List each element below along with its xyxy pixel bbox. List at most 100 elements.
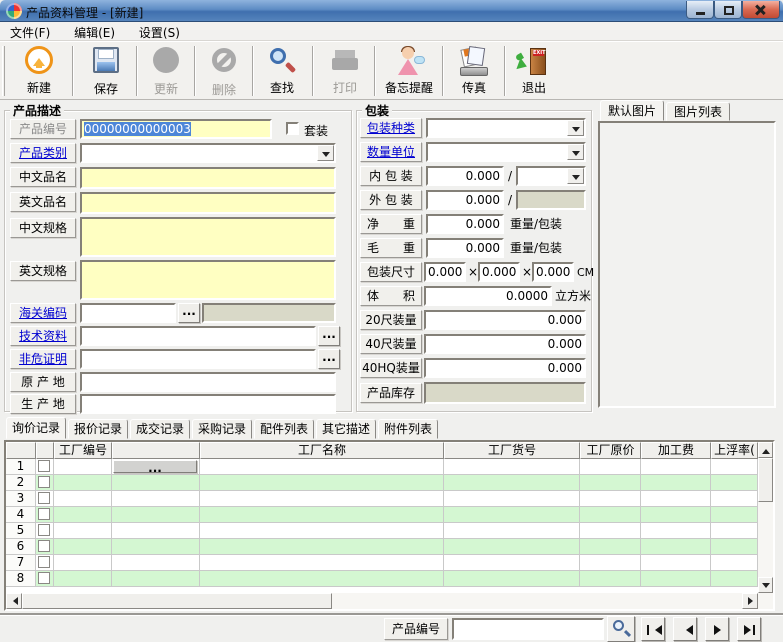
load40-input[interactable]: 0.000 xyxy=(424,334,586,354)
col-factory-item-no[interactable]: 工厂货号 xyxy=(444,442,580,459)
gross-weight-input[interactable]: 0.000 xyxy=(426,238,504,258)
close-button[interactable] xyxy=(742,1,780,19)
new-button[interactable]: 新建 xyxy=(10,44,68,98)
chevron-down-icon[interactable] xyxy=(567,120,584,136)
net-weight-input[interactable]: 0.000 xyxy=(426,214,504,234)
cn-spec-input[interactable] xyxy=(80,217,336,257)
col-markup-rate[interactable]: 上浮率( xyxy=(711,442,758,459)
tab-quote-records[interactable]: 报价记录 xyxy=(68,419,128,439)
product-category-combo[interactable] xyxy=(80,143,336,163)
hs-code-link[interactable]: 海关编码 xyxy=(10,303,76,323)
fax-button[interactable]: 传真 xyxy=(446,44,502,98)
save-button[interactable]: 保存 xyxy=(78,44,134,98)
tab-deal-records[interactable]: 成交记录 xyxy=(130,419,190,439)
cn-name-input[interactable] xyxy=(80,167,336,189)
nav-next-button[interactable] xyxy=(705,617,729,641)
row-checkbox[interactable] xyxy=(38,476,50,488)
product-category-link[interactable]: 产品类别 xyxy=(10,143,76,163)
en-name-input[interactable] xyxy=(80,192,336,214)
tech-doc-browse-button[interactable]: ... xyxy=(318,326,340,346)
exit-button[interactable]: EXIT 退出 xyxy=(508,44,560,98)
grid-vscroll-thumb[interactable] xyxy=(758,458,773,502)
col-processing-fee[interactable]: 加工费 xyxy=(641,442,711,459)
load40hq-input[interactable]: 0.000 xyxy=(424,358,586,378)
table-row[interactable]: 2 xyxy=(6,475,773,491)
tab-attachment-list[interactable]: 附件列表 xyxy=(378,419,438,439)
table-row[interactable]: 3 xyxy=(6,491,773,507)
tab-parts-list[interactable]: 配件列表 xyxy=(254,419,314,439)
qty-unit-link[interactable]: 数量单位 xyxy=(360,142,422,162)
tab-purchase-records[interactable]: 采购记录 xyxy=(192,419,252,439)
grid-hscroll-left-button[interactable] xyxy=(6,593,22,609)
grid-vscroll-down-button[interactable] xyxy=(758,577,773,593)
nav-last-button[interactable] xyxy=(737,617,761,641)
row-browse-button[interactable]: ... xyxy=(113,460,197,473)
tab-inquiry-records[interactable]: 询价记录 xyxy=(6,417,66,439)
pack-type-combo[interactable] xyxy=(426,118,586,138)
load20-input[interactable]: 0.000 xyxy=(424,310,586,330)
row-checkbox[interactable] xyxy=(38,492,50,504)
set-checkbox[interactable] xyxy=(286,122,299,135)
table-row[interactable]: 7 xyxy=(6,555,773,571)
chevron-down-icon[interactable] xyxy=(567,168,584,184)
pack-type-link[interactable]: 包装种类 xyxy=(360,118,422,138)
pack-size-length-input[interactable]: 0.000 xyxy=(424,262,466,282)
production-place-input[interactable] xyxy=(80,394,336,414)
product-no-input[interactable]: 00000000000003 xyxy=(80,119,272,139)
maximize-button[interactable] xyxy=(714,1,742,19)
pack-size-width-input[interactable]: 0.000 xyxy=(478,262,520,282)
outer-pack-input[interactable]: 0.000 xyxy=(426,190,504,210)
col-factory-no[interactable]: 工厂编号 xyxy=(54,442,112,459)
col-factory-name[interactable]: 工厂名称 xyxy=(200,442,444,459)
non-danger-cert-link[interactable]: 非危证明 xyxy=(10,349,76,369)
origin-input[interactable] xyxy=(80,372,336,392)
volume-input[interactable]: 0.0000 xyxy=(424,286,552,306)
table-row[interactable]: 4 xyxy=(6,507,773,523)
pack-size-height-input[interactable]: 0.000 xyxy=(532,262,574,282)
chevron-down-icon[interactable] xyxy=(317,145,334,161)
nav-first-button[interactable] xyxy=(641,617,665,641)
inner-pack-input[interactable]: 0.000 xyxy=(426,166,504,186)
search-product-no-input[interactable] xyxy=(452,618,604,640)
tab-default-image[interactable]: 默认图片 xyxy=(600,100,664,121)
non-danger-cert-input[interactable] xyxy=(80,349,316,369)
en-spec-label: 英文规格 xyxy=(10,261,76,281)
memo-reminder-button[interactable]: 备忘提醒 xyxy=(378,44,440,98)
menu-settings[interactable]: 设置(S) xyxy=(129,22,190,41)
tab-image-list[interactable]: 图片列表 xyxy=(666,102,730,121)
arrow-up-icon xyxy=(762,445,770,454)
table-row[interactable]: 8 xyxy=(6,571,773,587)
table-row[interactable]: 5 xyxy=(6,523,773,539)
grid-vscroll-up-button[interactable] xyxy=(758,442,773,458)
outer-pack-unit-readonly xyxy=(516,190,586,210)
chevron-down-icon[interactable] xyxy=(567,144,584,160)
tech-doc-link[interactable]: 技术资料 xyxy=(10,326,76,346)
menu-file[interactable]: 文件(F) xyxy=(0,22,60,41)
table-row[interactable]: 1 ... xyxy=(6,459,773,475)
find-button[interactable]: 查找 xyxy=(256,44,308,98)
inner-pack-unit-combo[interactable] xyxy=(516,166,586,186)
hs-code-browse-button[interactable]: ... xyxy=(178,303,200,323)
tech-doc-input[interactable] xyxy=(80,326,316,346)
nav-previous-button[interactable] xyxy=(673,617,697,641)
row-checkbox[interactable] xyxy=(38,540,50,552)
search-go-button[interactable] xyxy=(607,616,635,642)
minimize-button[interactable] xyxy=(686,1,714,19)
row-checkbox[interactable] xyxy=(38,556,50,568)
hs-code-input[interactable] xyxy=(80,303,176,323)
table-row[interactable]: 6 xyxy=(6,539,773,555)
tab-other-description[interactable]: 其它描述 xyxy=(316,419,376,439)
row-checkbox[interactable] xyxy=(38,508,50,520)
grid-hscroll-thumb[interactable] xyxy=(22,593,332,609)
grid-hscroll-track[interactable] xyxy=(332,593,742,609)
row-checkbox[interactable] xyxy=(38,572,50,584)
menu-edit[interactable]: 编辑(E) xyxy=(64,22,125,41)
qty-unit-combo[interactable] xyxy=(426,142,586,162)
grid-hscroll-right-button[interactable] xyxy=(742,593,758,609)
en-spec-input[interactable] xyxy=(80,260,336,300)
row-checkbox[interactable] xyxy=(38,524,50,536)
non-danger-cert-browse-button[interactable]: ... xyxy=(318,349,340,369)
grid-vscroll-track[interactable] xyxy=(758,502,773,577)
row-checkbox[interactable] xyxy=(38,460,50,472)
col-factory-price[interactable]: 工厂原价 xyxy=(580,442,641,459)
